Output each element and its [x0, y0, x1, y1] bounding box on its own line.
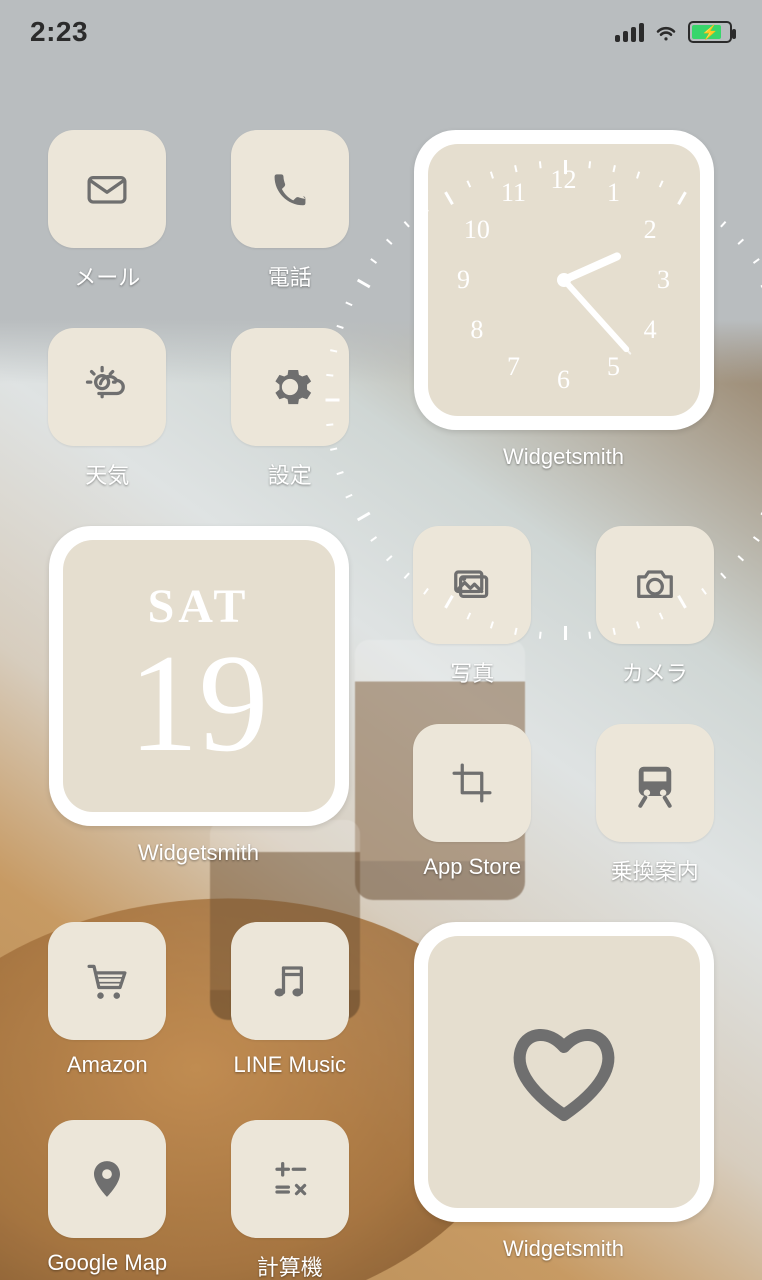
- battery-icon: ⚡: [688, 21, 732, 43]
- status-indicators: ⚡: [615, 21, 732, 43]
- crop-icon: [413, 724, 531, 842]
- analog-clock-face: 123456789101112: [439, 155, 689, 405]
- calculator-icon: [231, 1120, 349, 1238]
- app-label: Amazon: [67, 1052, 148, 1078]
- widget-label: Widgetsmith: [503, 444, 624, 470]
- heart-icon: [504, 1017, 624, 1127]
- app-phone[interactable]: 電話: [219, 130, 362, 318]
- app-calculator[interactable]: 計算機: [219, 1120, 362, 1280]
- gear-icon: [231, 328, 349, 446]
- widget-heart[interactable]: Widgetsmith: [401, 922, 726, 1280]
- status-bar: 2:23 ⚡: [0, 0, 762, 64]
- app-label: 写真: [450, 656, 494, 688]
- app-grid: メール 電話 123456789101112 Widgetsmith: [0, 130, 762, 1280]
- date-display: SAT 19: [129, 579, 269, 774]
- cell-signal-icon: [615, 22, 644, 42]
- widget-label: Widgetsmith: [138, 840, 259, 866]
- app-settings[interactable]: 設定: [219, 328, 362, 516]
- app-label: メール: [74, 260, 140, 292]
- app-photos[interactable]: 写真: [401, 526, 544, 714]
- map-pin-icon: [48, 1120, 166, 1238]
- music-icon: [231, 922, 349, 1040]
- cart-icon: [48, 922, 166, 1040]
- status-time: 2:23: [30, 16, 88, 48]
- app-label: 設定: [268, 458, 312, 490]
- charging-bolt-icon: ⚡: [701, 24, 718, 41]
- photos-icon: [413, 526, 531, 644]
- camera-icon: [596, 526, 714, 644]
- widget-date[interactable]: SAT 19 Widgetsmith: [36, 526, 361, 912]
- app-label: 天気: [85, 458, 129, 490]
- phone-icon: [231, 130, 349, 248]
- wifi-icon: [654, 22, 678, 42]
- app-appstore[interactable]: App Store: [401, 724, 544, 912]
- app-label: Google Map: [47, 1250, 167, 1276]
- widget-label: Widgetsmith: [503, 1236, 624, 1262]
- app-label: 計算機: [257, 1250, 323, 1280]
- app-label: カメラ: [622, 656, 688, 688]
- weather-icon: [48, 328, 166, 446]
- date-day-number: 19: [129, 634, 269, 774]
- app-label: 電話: [268, 260, 312, 292]
- app-transit[interactable]: 乗換案内: [584, 724, 727, 912]
- train-icon: [596, 724, 714, 842]
- app-linemusic[interactable]: LINE Music: [219, 922, 362, 1110]
- app-amazon[interactable]: Amazon: [36, 922, 179, 1110]
- home-screen: 2:23 ⚡ メール 電話: [0, 0, 762, 1280]
- app-label: 乗換案内: [611, 854, 699, 886]
- app-mail[interactable]: メール: [36, 130, 179, 318]
- app-weather[interactable]: 天気: [36, 328, 179, 516]
- mail-icon: [48, 130, 166, 248]
- app-googlemap[interactable]: Google Map: [36, 1120, 179, 1280]
- app-label: App Store: [423, 854, 521, 880]
- app-camera[interactable]: カメラ: [584, 526, 727, 714]
- app-label: LINE Music: [234, 1052, 346, 1078]
- widget-clock[interactable]: 123456789101112 Widgetsmith: [401, 130, 726, 516]
